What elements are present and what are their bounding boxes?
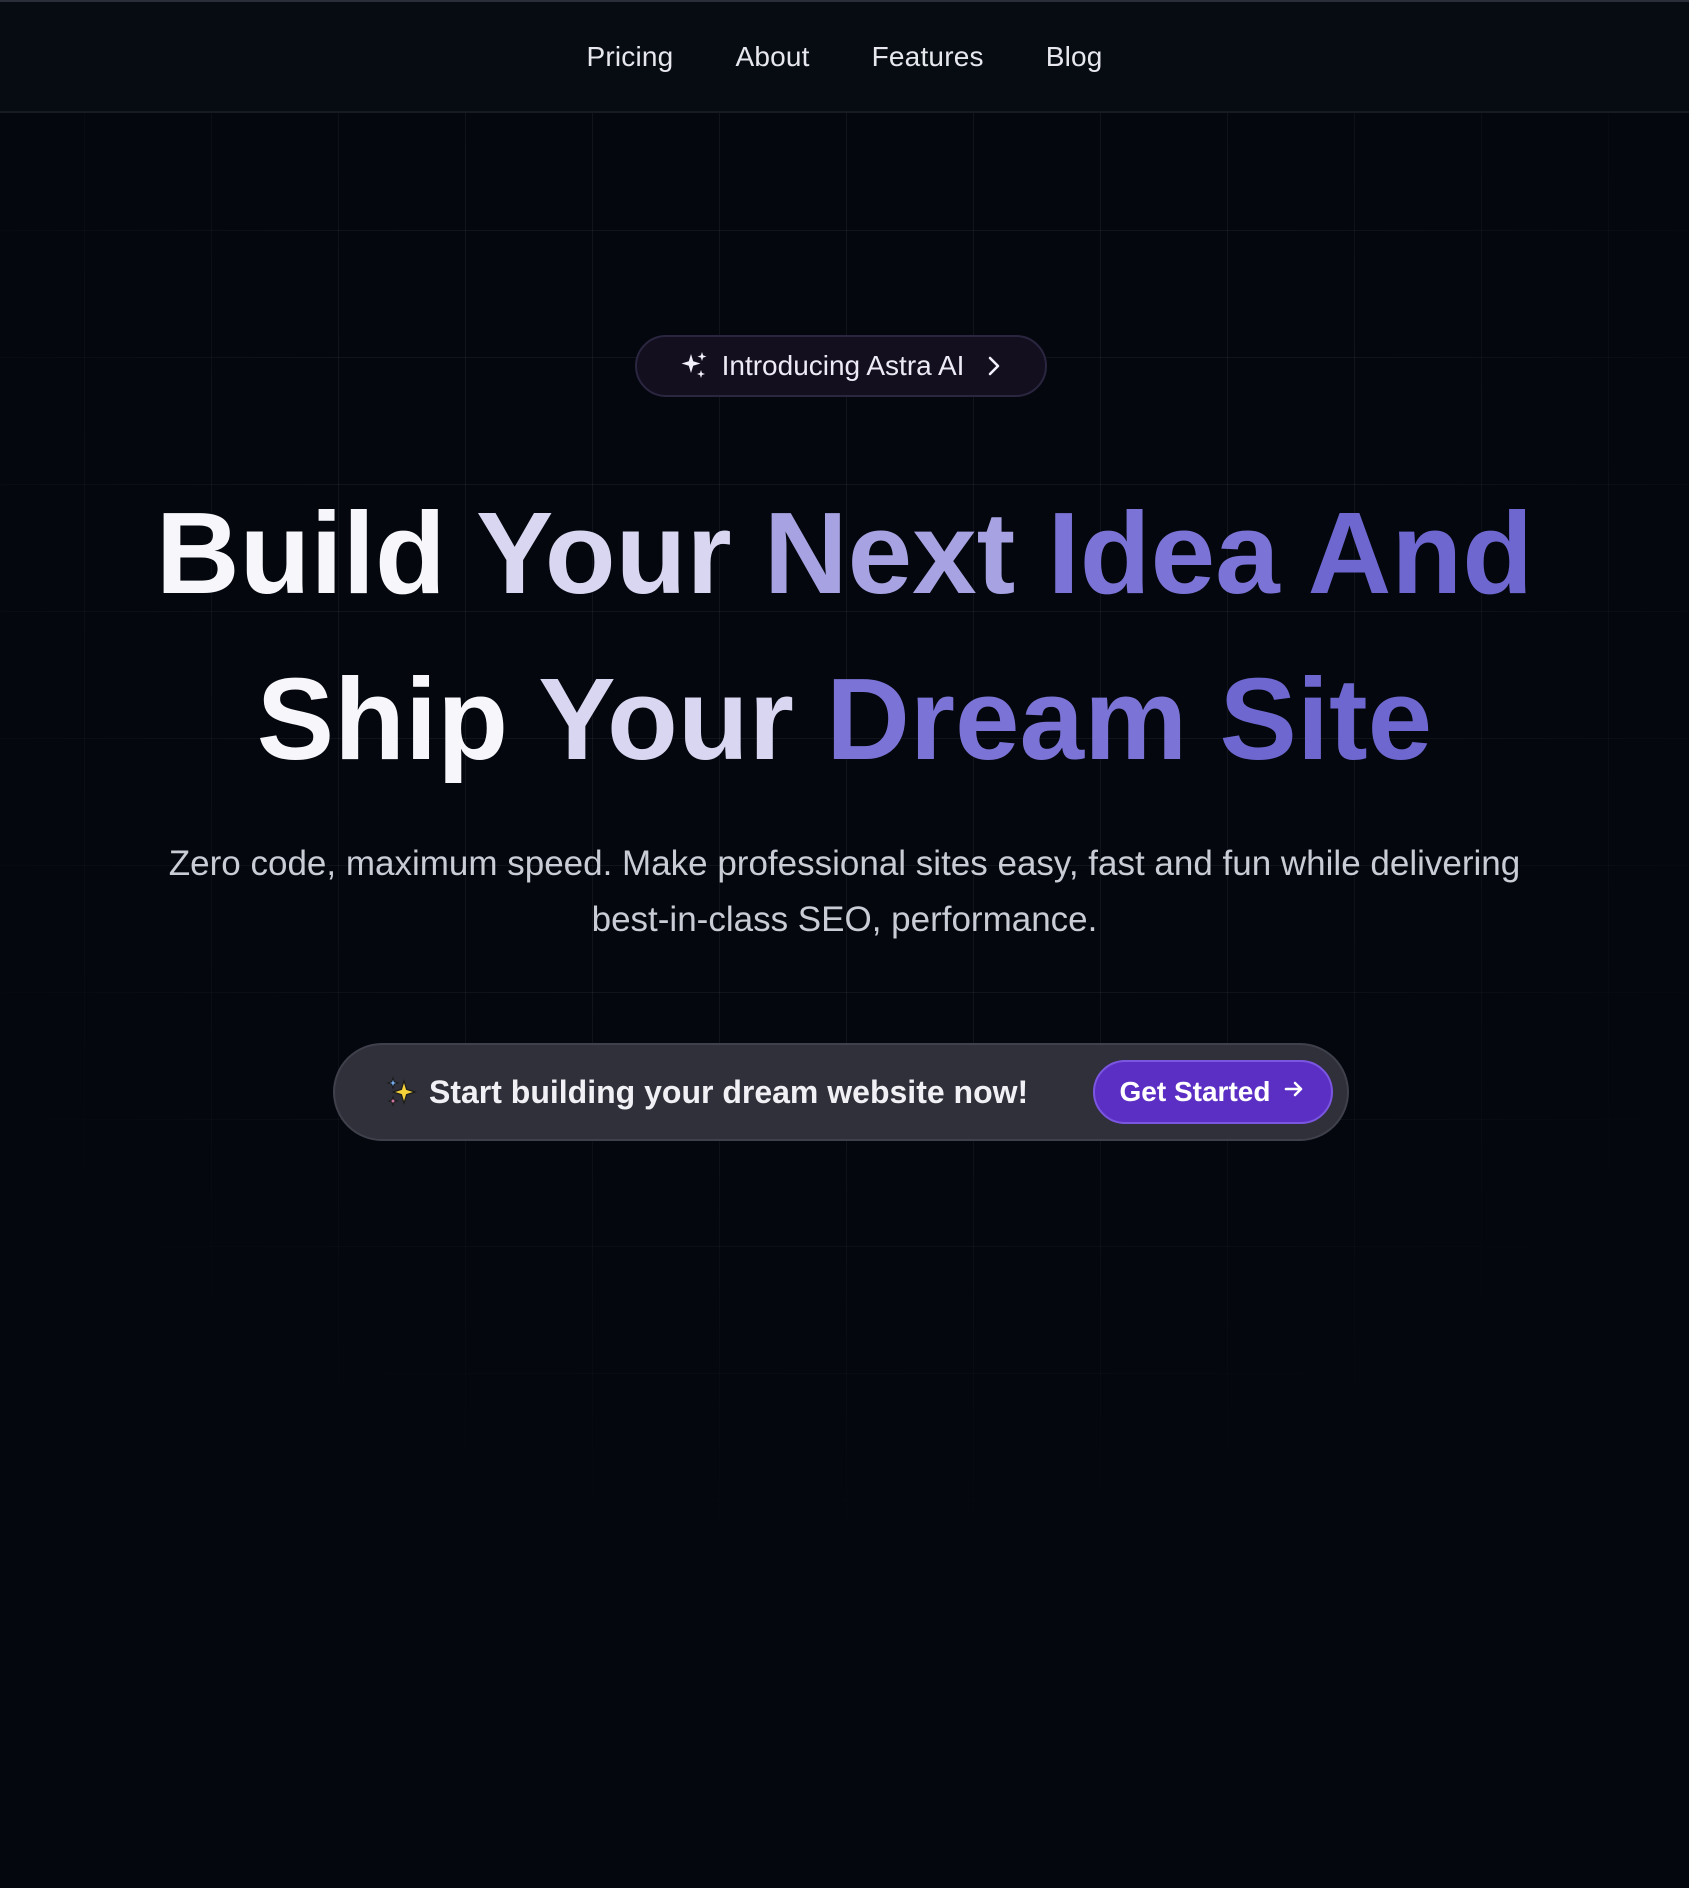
announcement-badge[interactable]: Introducing Astra AI <box>635 335 1047 397</box>
headline-line-2: Ship Your Dream Site <box>0 636 1689 802</box>
headline-word: And <box>1307 488 1534 618</box>
headline-word: Your <box>476 488 732 618</box>
headline-word: Your <box>538 654 794 784</box>
hero-headline: Build Your Next Idea And Ship Your Dream… <box>0 470 1689 802</box>
subtitle-line-1: Zero code, maximum speed. Make professio… <box>168 844 1521 883</box>
headline-line-1: Build Your Next Idea And <box>0 470 1689 636</box>
sparkles-icon <box>678 350 710 382</box>
cta-bar: Start building your dream website now! G… <box>333 1043 1349 1141</box>
arrow-right-icon <box>1282 1076 1306 1108</box>
badge-label: Introducing Astra AI <box>721 350 965 381</box>
subtitle-line-2: best-in-class SEO, performance. <box>591 900 1098 939</box>
headline-word: Build <box>155 488 446 618</box>
page: Pricing About Features Blog Introducing … <box>0 0 1689 1888</box>
headline-word: Next <box>763 488 1016 618</box>
headline-word: Dream <box>826 654 1188 784</box>
headline-word: Idea <box>1047 488 1280 618</box>
headline-word: Ship <box>256 654 509 784</box>
hero-section: Introducing Astra AI Build Your Next Ide… <box>0 0 1689 1888</box>
hero-subtitle: Zero code, maximum speed. Make professio… <box>84 836 1605 948</box>
chevron-right-icon <box>984 354 1004 378</box>
sparkles-emoji-icon <box>385 1075 419 1109</box>
cta-text: Start building your dream website now! <box>429 1073 1029 1110</box>
get-started-button[interactable]: Get Started <box>1093 1060 1333 1124</box>
get-started-label: Get Started <box>1119 1076 1271 1107</box>
headline-word: Site <box>1219 654 1433 784</box>
